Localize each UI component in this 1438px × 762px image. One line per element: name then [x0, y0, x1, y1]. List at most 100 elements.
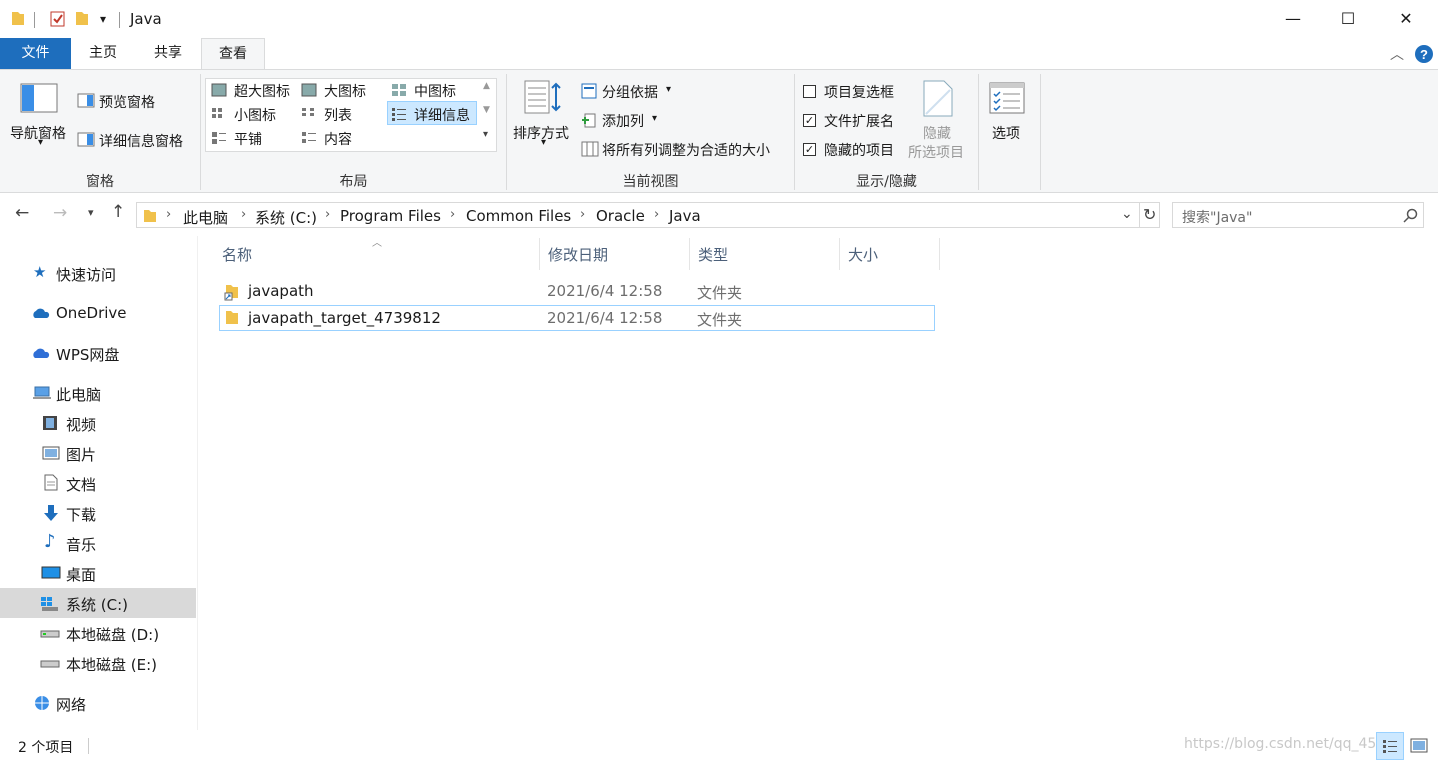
file-name[interactable]: javapath [248, 282, 314, 300]
back-arrow-icon[interactable]: ← [15, 203, 29, 223]
breadcrumb-separator-icon[interactable]: › [241, 207, 246, 222]
gallery-scroll-up-icon[interactable]: ▲ [483, 81, 490, 91]
breadcrumb-common-files[interactable]: Common Files [466, 207, 571, 225]
nav-item-this-pc[interactable]: 此电脑 [0, 378, 196, 408]
breadcrumb-java[interactable]: Java [669, 207, 701, 225]
layout-medium-icons[interactable]: 中图标 [414, 81, 456, 101]
file-extensions-label[interactable]: 文件扩展名 [824, 111, 894, 131]
chevron-down-icon[interactable]: ▾ [38, 137, 43, 148]
drive-icon [40, 630, 60, 638]
new-folder-icon[interactable] [75, 10, 89, 26]
address-input[interactable]: › 此电脑 › 系统 (C:) › Program Files › Common… [136, 202, 1160, 228]
refresh-icon[interactable]: ↻ [1143, 205, 1156, 224]
nav-item-drive-e[interactable]: 本地磁盘 (E:) [0, 648, 196, 678]
preview-pane-button[interactable]: 预览窗格 [99, 92, 155, 112]
nav-item-videos[interactable]: 视频 [0, 408, 196, 438]
nav-item-onedrive[interactable]: OneDrive [0, 298, 196, 328]
column-header-type[interactable]: 类型 [698, 244, 728, 265]
layout-details[interactable]: 详细信息 [414, 105, 470, 125]
large-icons-view-icon[interactable] [1410, 738, 1428, 754]
gallery-more-icon[interactable]: ▾ [483, 129, 488, 140]
hide-selected-icon [923, 80, 953, 117]
layout-list[interactable]: 列表 [324, 105, 352, 125]
breadcrumb-separator-icon[interactable]: › [325, 207, 330, 222]
search-input[interactable]: 搜索"Java" [1172, 202, 1424, 228]
network-icon [35, 696, 49, 710]
nav-item-desktop[interactable]: 桌面 [0, 558, 196, 588]
breadcrumb-program-files[interactable]: Program Files [340, 207, 441, 225]
column-header-size[interactable]: 大小 [848, 244, 878, 265]
up-arrow-icon[interactable]: ↑ [111, 202, 125, 222]
column-divider[interactable] [539, 238, 540, 270]
nav-item-system-c[interactable]: 系统 (C:) [0, 588, 196, 618]
column-divider[interactable] [939, 238, 940, 270]
layout-large-icons[interactable]: 大图标 [324, 81, 366, 101]
layout-content[interactable]: 内容 [324, 129, 352, 149]
nav-item-music[interactable]: ♪ 音乐 [0, 528, 196, 558]
nav-item-pictures[interactable]: 图片 [0, 438, 196, 468]
chevron-down-icon[interactable]: ▾ [652, 113, 657, 124]
file-name[interactable]: javapath_target_4739812 [248, 309, 441, 327]
layout-extra-large-icons[interactable]: 超大图标 [234, 81, 290, 101]
nav-item-documents[interactable]: 文档 [0, 468, 196, 498]
group-label-pane: 窗格 [86, 174, 114, 190]
quick-access-dropdown-icon[interactable]: ▾ [100, 12, 106, 26]
gallery-scroll-down-icon[interactable]: ▼ [483, 105, 490, 115]
layout-tiles[interactable]: 平铺 [234, 129, 262, 149]
help-icon[interactable]: ? [1414, 44, 1434, 64]
breadcrumb-separator-icon[interactable]: › [580, 207, 585, 222]
file-modified: 2021/6/4 12:58 [547, 309, 663, 327]
file-extensions-checkbox[interactable]: ✓ [803, 114, 816, 127]
breadcrumb-separator-icon[interactable]: › [450, 207, 455, 222]
address-history-icon[interactable]: ⌄ [1121, 206, 1133, 222]
column-divider[interactable] [689, 238, 690, 270]
add-column-button[interactable]: 添加列 [602, 111, 644, 131]
table-row[interactable]: javapath_target_4739812 2021/6/4 12:58 文… [219, 305, 935, 331]
sort-by-icon[interactable] [524, 80, 564, 116]
close-button[interactable]: ✕ [1383, 0, 1429, 38]
nav-item-wps-drive[interactable]: WPS网盘 [0, 338, 196, 368]
recent-locations-icon[interactable]: ▾ [88, 206, 94, 219]
table-row[interactable]: javapath 2021/6/4 12:58 文件夹 [219, 279, 935, 305]
breadcrumb-oracle[interactable]: Oracle [596, 207, 645, 225]
hidden-items-label[interactable]: 隐藏的项目 [824, 140, 894, 160]
breadcrumb-system-c[interactable]: 系统 (C:) [255, 207, 317, 228]
nav-item-label: 图片 [66, 446, 97, 464]
breadcrumb-separator-icon[interactable]: › [654, 207, 659, 222]
nav-item-quick-access[interactable]: ★ 快速访问 [0, 258, 196, 288]
group-by-button[interactable]: 分组依据 [602, 82, 658, 102]
details-pane-button[interactable]: 详细信息窗格 [99, 131, 183, 151]
tab-file[interactable]: 文件 [0, 38, 71, 70]
chevron-down-icon[interactable]: ▾ [666, 84, 671, 95]
tab-view[interactable]: 查看 [201, 38, 265, 71]
search-icon[interactable] [1403, 208, 1419, 224]
hidden-items-checkbox[interactable]: ✓ [803, 143, 816, 156]
maximize-button[interactable]: ☐ [1325, 0, 1371, 38]
size-all-columns-button[interactable]: 将所有列调整为合适的大小 [602, 140, 770, 160]
column-header-modified[interactable]: 修改日期 [548, 244, 608, 265]
item-checkboxes-label[interactable]: 项目复选框 [824, 82, 894, 102]
hide-selected-button[interactable]: 隐藏 [923, 123, 951, 143]
minimize-button[interactable]: — [1270, 0, 1316, 38]
options-button[interactable]: 选项 [992, 123, 1020, 143]
layout-small-icons[interactable]: 小图标 [234, 105, 276, 125]
windows-drive-icon [41, 597, 58, 611]
nav-item-network[interactable]: 网络 [0, 688, 196, 718]
breadcrumb-separator-icon[interactable]: › [166, 207, 171, 222]
chevron-down-icon[interactable]: ▾ [541, 137, 546, 148]
column-divider[interactable] [839, 238, 840, 270]
details-view-button[interactable] [1376, 732, 1404, 760]
navigation-pane-icon[interactable] [20, 83, 60, 115]
tab-share[interactable]: 共享 [140, 38, 196, 70]
item-checkboxes-checkbox[interactable] [803, 85, 816, 98]
options-icon[interactable] [989, 82, 1027, 116]
properties-icon[interactable] [49, 10, 67, 28]
tab-home[interactable]: 主页 [75, 38, 131, 70]
column-header-name[interactable]: 名称 [222, 244, 252, 265]
extra-large-icons-icon [211, 83, 227, 97]
nav-item-downloads[interactable]: 下载 [0, 498, 196, 528]
breadcrumb-this-pc[interactable]: 此电脑 [183, 207, 228, 228]
nav-item-drive-d[interactable]: 本地磁盘 (D:) [0, 618, 196, 648]
collapse-ribbon-icon[interactable]: ︿ [1390, 44, 1404, 64]
forward-arrow-icon[interactable]: → [53, 203, 67, 223]
